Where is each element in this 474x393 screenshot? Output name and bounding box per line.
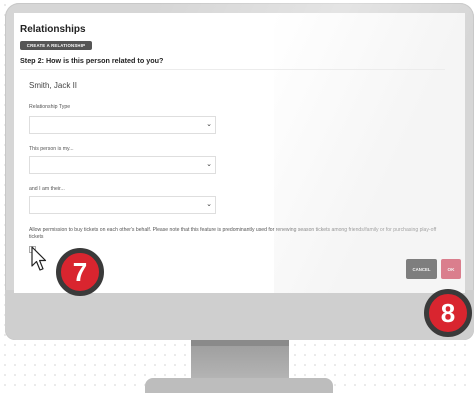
this-person-select[interactable]: ⌄	[29, 156, 216, 174]
cancel-button[interactable]: CANCEL	[406, 259, 437, 279]
mouse-cursor-icon	[31, 246, 47, 271]
chevron-down-icon: ⌄	[206, 161, 212, 168]
relationship-type-label: Relationship Type	[29, 104, 71, 110]
step-heading: Step 2: How is this person related to yo…	[20, 56, 164, 65]
monitor-stand-neck	[191, 340, 289, 380]
i-am-their-select[interactable]: ⌄	[29, 196, 216, 214]
relationship-type-select[interactable]: ⌄	[29, 116, 216, 134]
chevron-down-icon: ⌄	[206, 201, 212, 208]
chevron-down-icon: ⌄	[206, 121, 212, 128]
page-title: Relationships	[20, 24, 86, 35]
create-relationship-button[interactable]: CREATE A RELATIONSHIP	[20, 41, 92, 50]
ok-button[interactable]: OK	[441, 259, 461, 279]
step-eight-badge: 8	[424, 289, 472, 337]
monitor-chin	[5, 290, 474, 340]
person-name: Smith, Jack II	[29, 81, 78, 90]
step-seven-badge: 7	[56, 248, 104, 296]
monitor-stand-base	[145, 378, 333, 393]
this-person-label: This person is my...	[29, 146, 74, 152]
i-am-their-label: and I am their...	[29, 186, 65, 192]
permission-text: Allow permission to buy tickets on each …	[29, 227, 437, 240]
